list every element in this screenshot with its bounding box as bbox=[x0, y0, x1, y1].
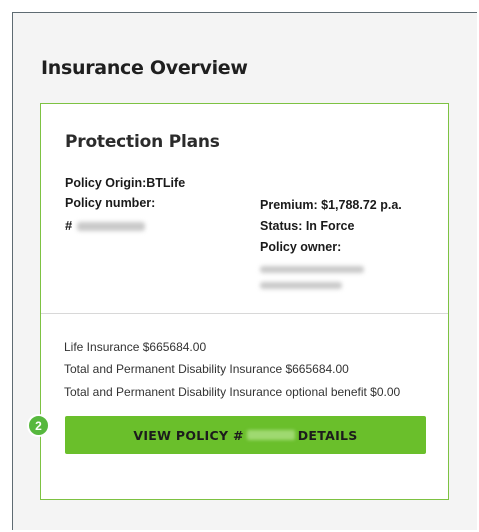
view-policy-details-button[interactable]: VIEW POLICY # DETAILS bbox=[65, 416, 426, 454]
status-value: Status: In Force bbox=[260, 219, 355, 233]
card-title: Protection Plans bbox=[65, 132, 220, 152]
step-number-badge: 2 bbox=[27, 414, 50, 437]
redacted-owner-line-1 bbox=[260, 266, 364, 273]
benefit-tpd-optional: Total and Permanent Disability Insurance… bbox=[64, 385, 401, 399]
redacted-policy-number bbox=[77, 222, 145, 231]
policy-origin: Policy Origin:BTLife bbox=[65, 176, 186, 190]
view-policy-prefix: VIEW POLICY # bbox=[133, 427, 244, 443]
premium-value: Premium: $1,788.72 p.a. bbox=[260, 198, 402, 212]
policy-number-label: Policy number: bbox=[65, 196, 156, 210]
policy-owner-label: Policy owner: bbox=[260, 240, 342, 254]
benefit-tpd-insurance: Total and Permanent Disability Insurance… bbox=[64, 362, 349, 376]
section-title: Insurance Overview bbox=[41, 57, 248, 79]
policy-number-hash: # bbox=[65, 218, 73, 233]
view-policy-suffix: DETAILS bbox=[297, 427, 358, 443]
protection-plans-card: Protection Plans Policy Origin:BTLife Po… bbox=[40, 103, 449, 500]
benefit-life-insurance: Life Insurance $665684.00 bbox=[64, 340, 207, 354]
redacted-button-policy-number bbox=[246, 430, 295, 440]
redacted-owner-line-2 bbox=[260, 282, 342, 289]
card-divider bbox=[41, 313, 448, 314]
